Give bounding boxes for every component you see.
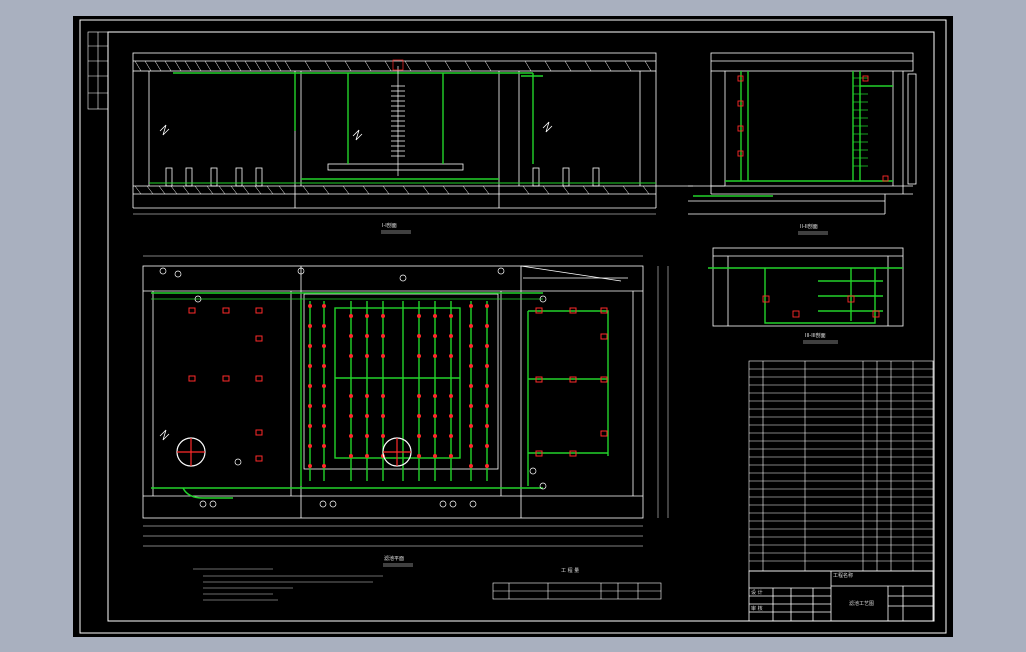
section-iii-caption: III-III剖面 bbox=[805, 333, 826, 339]
cad-drawing bbox=[79, 19, 947, 634]
manhole-icon bbox=[176, 437, 412, 467]
section-ii-structure bbox=[688, 52, 917, 215]
roof-hatch bbox=[134, 60, 652, 195]
title-block-drawing-name: 滤池工艺图 bbox=[849, 601, 875, 607]
material-table bbox=[748, 360, 934, 572]
section-iii-equipment bbox=[762, 295, 880, 318]
backwash-diffuser bbox=[391, 59, 405, 176]
quantity-table bbox=[492, 582, 662, 600]
plan-pipes bbox=[151, 292, 609, 499]
section-main-structure bbox=[132, 52, 693, 209]
section-iii-pipes bbox=[708, 267, 903, 324]
plan-caption: 滤池平面 bbox=[384, 556, 405, 562]
section-ii-caption: II-II剖面 bbox=[800, 224, 818, 230]
outer-frame bbox=[79, 19, 947, 634]
section-main-caption: I-I剖面 bbox=[382, 223, 397, 229]
margin-strip bbox=[87, 31, 109, 110]
drawing-sheet: I-I剖面 II-II剖面 III-III剖面 滤池平面 工 程 量 工程名称 … bbox=[73, 16, 953, 637]
title-block-designer: 设 计 bbox=[751, 590, 763, 596]
plan-structure bbox=[142, 265, 644, 519]
plan-dimension-lines bbox=[143, 255, 669, 547]
section-ii-pipes bbox=[693, 71, 893, 197]
section-ii-equipment bbox=[737, 75, 889, 182]
quantity-table-header: 工 程 量 bbox=[561, 568, 580, 574]
title-block-checker: 审 核 bbox=[751, 606, 763, 612]
notes-text bbox=[193, 568, 383, 601]
section-main-pipes bbox=[149, 72, 656, 184]
title-block-project: 工程名称 bbox=[833, 573, 854, 579]
